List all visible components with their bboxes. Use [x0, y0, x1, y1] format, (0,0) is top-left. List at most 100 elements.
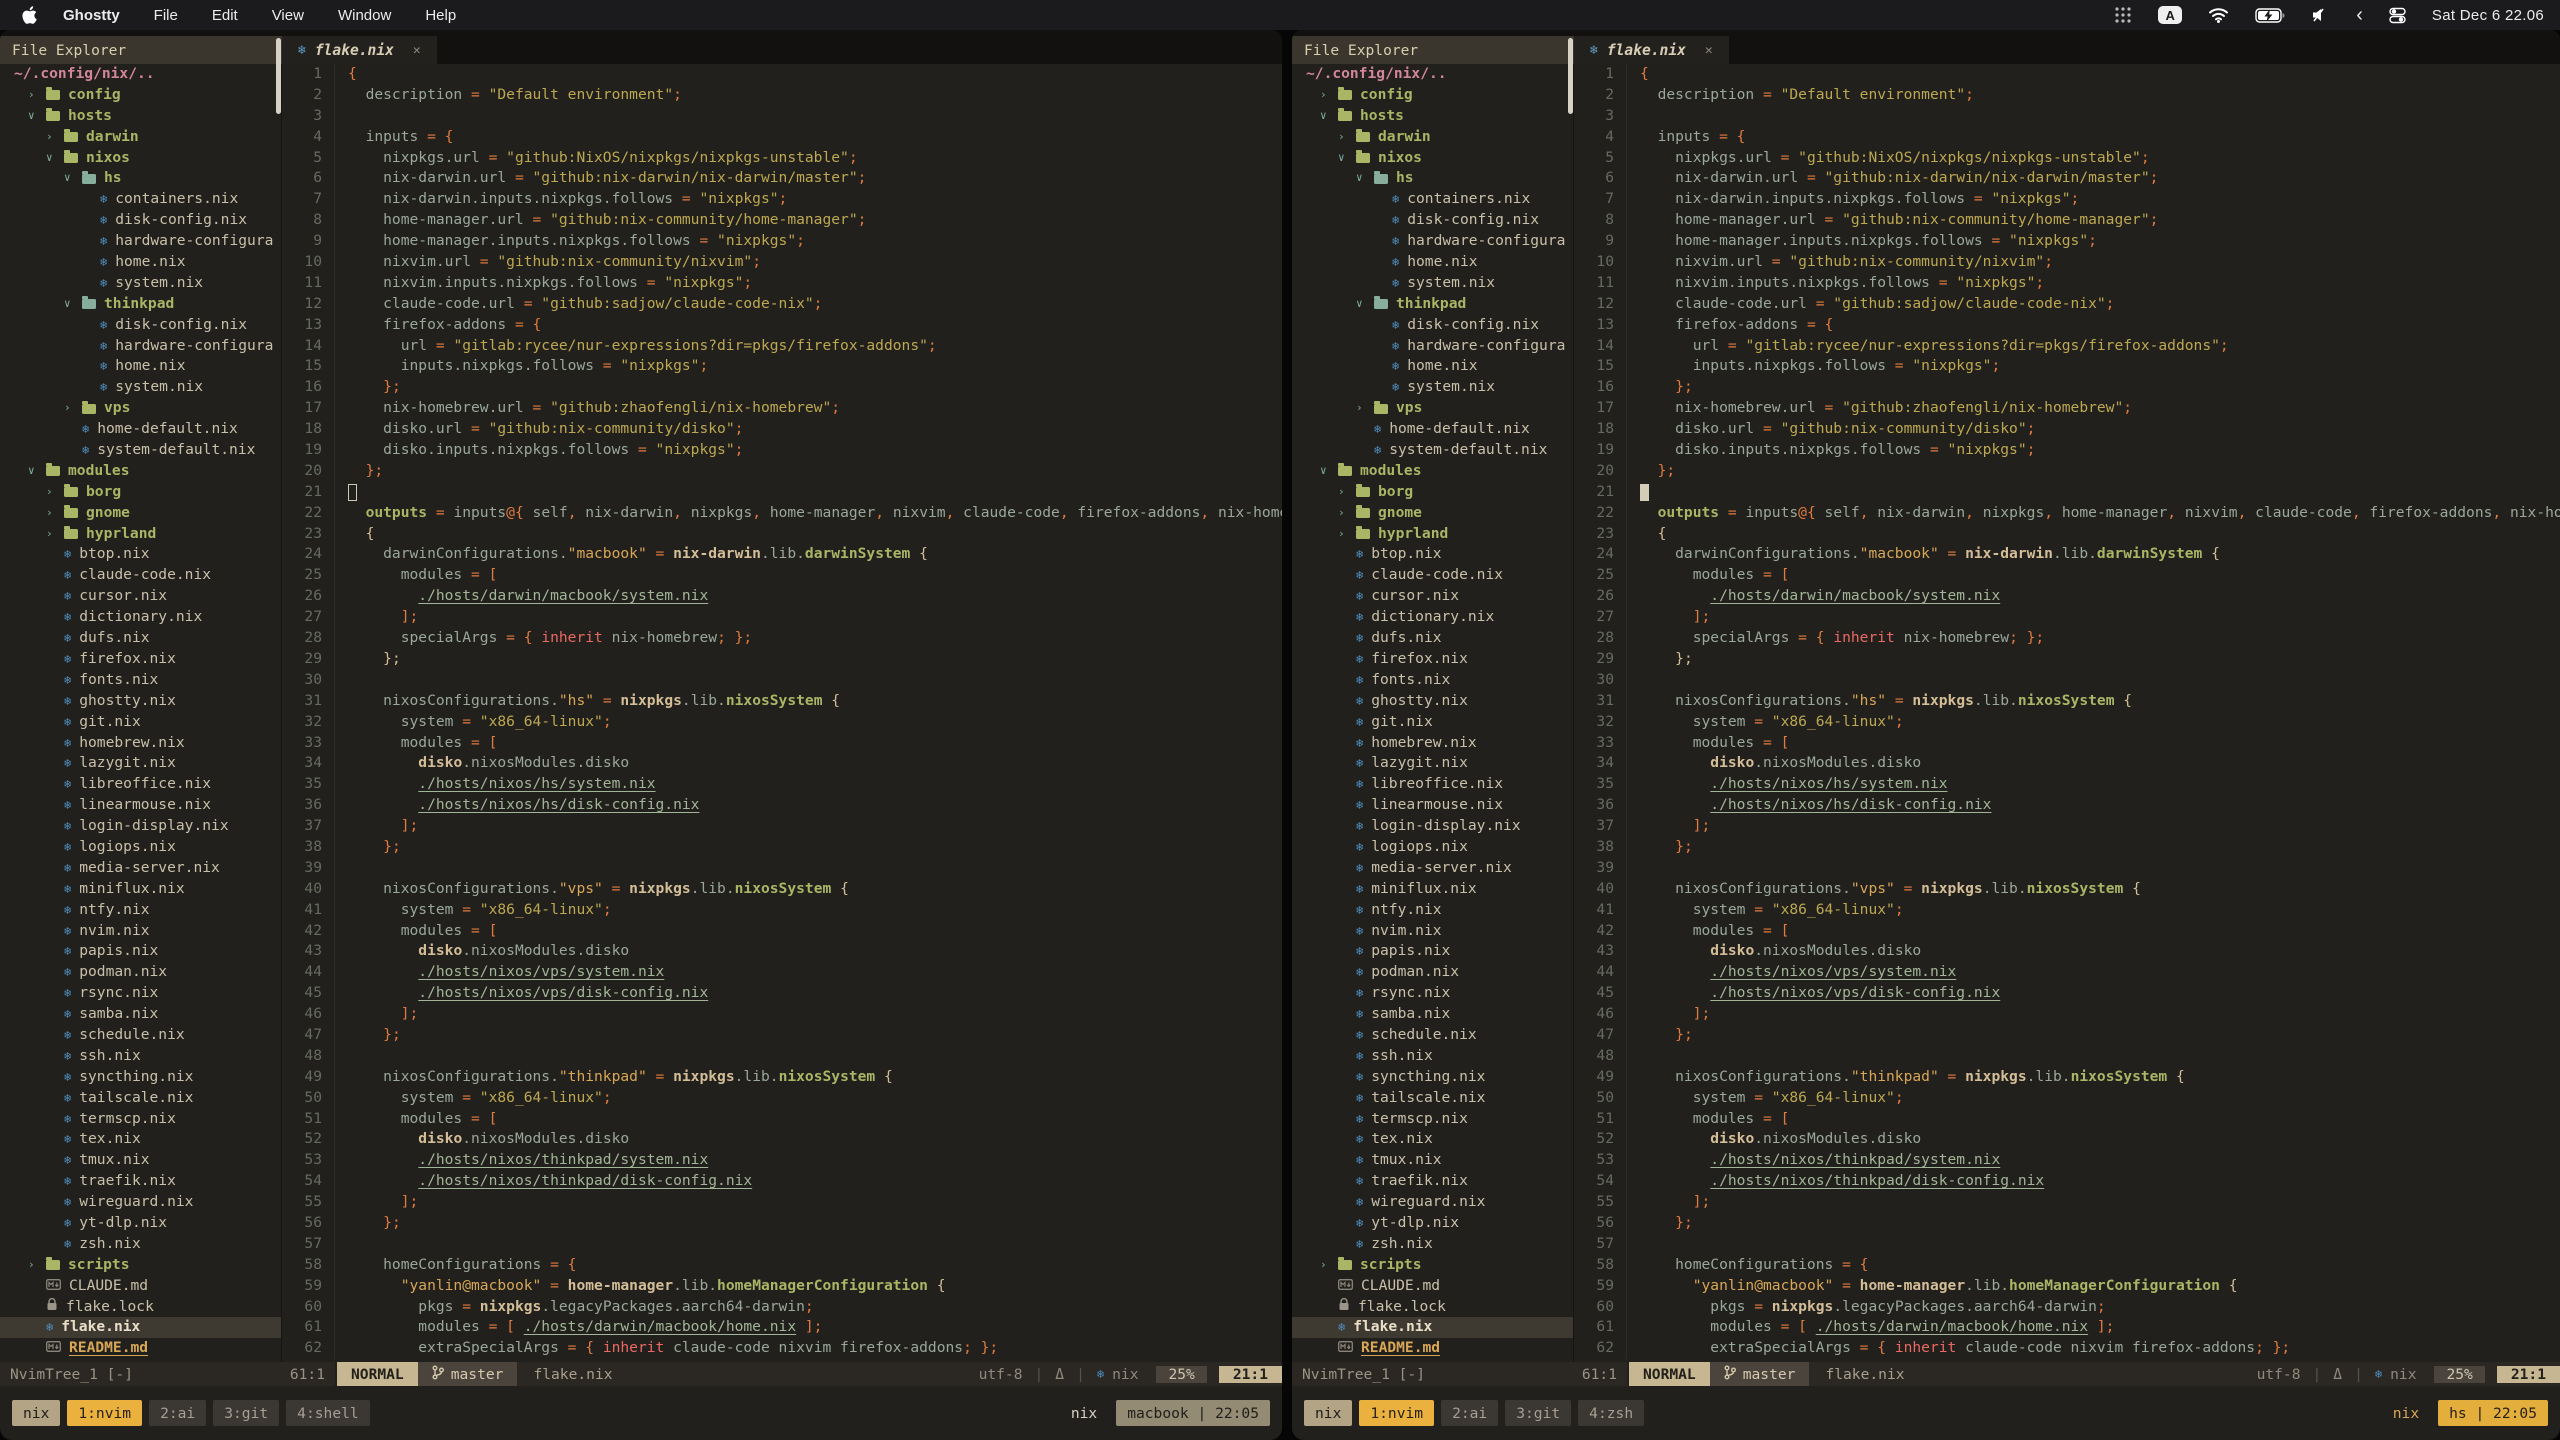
tree-item-miniflux.nix[interactable]: ❄miniflux.nix: [1292, 879, 1573, 900]
tree-item-fonts.nix[interactable]: ❄fonts.nix: [0, 670, 281, 691]
tree-expand-arrow-icon[interactable]: ∨: [1356, 168, 1374, 189]
code-line-24[interactable]: 24 darwinConfigurations."macbook" = nix-…: [1574, 544, 2560, 565]
tree-item-git.nix[interactable]: ❄git.nix: [1292, 712, 1573, 733]
tree-item-home-default.nix[interactable]: ❄home-default.nix: [0, 419, 281, 440]
code-line-13[interactable]: 13 firefox-addons = {: [1574, 315, 2560, 336]
tree-item-media-server.nix[interactable]: ❄media-server.nix: [1292, 858, 1573, 879]
code-line-3[interactable]: 3: [1574, 106, 2560, 127]
tree-collapse-arrow-icon[interactable]: ›: [46, 127, 64, 148]
code-line-5[interactable]: 5 nixpkgs.url = "github:NixOS/nixpkgs/ni…: [282, 148, 1282, 169]
tree-item-tailscale.nix[interactable]: ❄tailscale.nix: [1292, 1088, 1573, 1109]
tree-collapse-arrow-icon[interactable]: ›: [28, 85, 46, 106]
tree-item-thinkpad[interactable]: ∨thinkpad: [1292, 294, 1573, 315]
code-line-21[interactable]: 21: [282, 482, 1282, 503]
tree-collapse-arrow-icon[interactable]: ›: [46, 503, 64, 524]
tree-item-claude-code.nix[interactable]: ❄claude-code.nix: [1292, 565, 1573, 586]
code-line-17[interactable]: 17 nix-homebrew.url = "github:zhaofengli…: [282, 398, 1282, 419]
code-line-53[interactable]: 53 ./hosts/nixos/thinkpad/system.nix: [1574, 1150, 2560, 1171]
code-line-33[interactable]: 33 modules = [: [1574, 733, 2560, 754]
tmux-session-name[interactable]: nix: [12, 1400, 60, 1426]
tree-item-git.nix[interactable]: ❄git.nix: [0, 712, 281, 733]
tab-close-icon[interactable]: ✕: [413, 43, 421, 58]
control-center-icon[interactable]: [2389, 7, 2406, 24]
tree-item-disk-config.nix[interactable]: ❄disk-config.nix: [0, 210, 281, 231]
menu-item-view[interactable]: View: [272, 7, 304, 24]
tree-item-home.nix[interactable]: ❄home.nix: [1292, 356, 1573, 377]
tree-scrollbar-thumb[interactable]: [276, 38, 281, 114]
code-line-31[interactable]: 31 nixosConfigurations."hs" = nixpkgs.li…: [1574, 691, 2560, 712]
code-line-48[interactable]: 48: [282, 1046, 1282, 1067]
tree-root[interactable]: ~/.config/nix/..: [0, 64, 281, 85]
code-line-28[interactable]: 28 specialArgs = { inherit nix-homebrew;…: [1574, 628, 2560, 649]
tree-item-schedule.nix[interactable]: ❄schedule.nix: [1292, 1025, 1573, 1046]
tree-item-wireguard.nix[interactable]: ❄wireguard.nix: [1292, 1192, 1573, 1213]
code-line-51[interactable]: 51 modules = [: [1574, 1109, 2560, 1130]
code-line-30[interactable]: 30: [1574, 670, 2560, 691]
code-line-34[interactable]: 34 disko.nixosModules.disko: [282, 753, 1282, 774]
tree-item-miniflux.nix[interactable]: ❄miniflux.nix: [0, 879, 281, 900]
tree-item-tex.nix[interactable]: ❄tex.nix: [0, 1129, 281, 1150]
code-line-36[interactable]: 36 ./hosts/nixos/hs/disk-config.nix: [1574, 795, 2560, 816]
tree-item-hardware-configura[interactable]: ❄hardware-configura: [1292, 336, 1573, 357]
tree-expand-arrow-icon[interactable]: ∨: [1338, 148, 1356, 169]
code-line-11[interactable]: 11 nixvim.inputs.nixpkgs.follows = "nixp…: [1574, 273, 2560, 294]
code-line-24[interactable]: 24 darwinConfigurations."macbook" = nix-…: [282, 544, 1282, 565]
tree-collapse-arrow-icon[interactable]: ›: [46, 482, 64, 503]
tree-item-cursor.nix[interactable]: ❄cursor.nix: [0, 586, 281, 607]
tree-expand-arrow-icon[interactable]: ∨: [1356, 294, 1374, 315]
code-line-13[interactable]: 13 firefox-addons = {: [282, 315, 1282, 336]
tree-item-media-server.nix[interactable]: ❄media-server.nix: [0, 858, 281, 879]
menu-item-ghostty[interactable]: Ghostty: [63, 7, 120, 24]
code-line-19[interactable]: 19 disko.inputs.nixpkgs.follows = "nixpk…: [282, 440, 1282, 461]
code-line-56[interactable]: 56 };: [1574, 1213, 2560, 1234]
tree-item-containers.nix[interactable]: ❄containers.nix: [1292, 189, 1573, 210]
menu-item-file[interactable]: File: [154, 7, 178, 24]
code-line-61[interactable]: 61 modules = [ ./hosts/darwin/macbook/ho…: [1574, 1317, 2560, 1338]
mute-icon[interactable]: [2311, 7, 2330, 23]
tree-item-papis.nix[interactable]: ❄papis.nix: [0, 941, 281, 962]
tree-item-papis.nix[interactable]: ❄papis.nix: [1292, 941, 1573, 962]
code-line-18[interactable]: 18 disko.url = "github:nix-community/dis…: [282, 419, 1282, 440]
tree-item-login-display.nix[interactable]: ❄login-display.nix: [1292, 816, 1573, 837]
tmux-window-1:nvim[interactable]: 1:nvim: [67, 1400, 142, 1426]
tree-item-hosts[interactable]: ∨hosts: [1292, 106, 1573, 127]
tree-item-termscp.nix[interactable]: ❄termscp.nix: [0, 1109, 281, 1130]
code-line-42[interactable]: 42 modules = [: [282, 921, 1282, 942]
tree-item-samba.nix[interactable]: ❄samba.nix: [1292, 1004, 1573, 1025]
tree-collapse-arrow-icon[interactable]: ›: [1338, 503, 1356, 524]
tree-item-lazygit.nix[interactable]: ❄lazygit.nix: [0, 753, 281, 774]
apps-grid-icon[interactable]: [2114, 6, 2132, 24]
code-line-39[interactable]: 39: [1574, 858, 2560, 879]
tree-expand-arrow-icon[interactable]: ∨: [46, 148, 64, 169]
code-line-34[interactable]: 34 disko.nixosModules.disko: [1574, 753, 2560, 774]
tree-item-traefik.nix[interactable]: ❄traefik.nix: [0, 1171, 281, 1192]
code-line-1[interactable]: 1{: [1574, 64, 2560, 85]
tree-item-ssh.nix[interactable]: ❄ssh.nix: [1292, 1046, 1573, 1067]
tree-item-hosts[interactable]: ∨hosts: [0, 106, 281, 127]
code-line-28[interactable]: 28 specialArgs = { inherit nix-homebrew;…: [282, 628, 1282, 649]
tree-item-modules[interactable]: ∨modules: [0, 461, 281, 482]
tree-item-wireguard.nix[interactable]: ❄wireguard.nix: [0, 1192, 281, 1213]
tree-item-nvim.nix[interactable]: ❄nvim.nix: [0, 921, 281, 942]
code-line-60[interactable]: 60 pkgs = nixpkgs.legacyPackages.aarch64…: [282, 1297, 1282, 1318]
tree-item-libreoffice.nix[interactable]: ❄libreoffice.nix: [1292, 774, 1573, 795]
tree-item-vps[interactable]: ›vps: [1292, 398, 1573, 419]
code-line-7[interactable]: 7 nix-darwin.inputs.nixpkgs.follows = "n…: [282, 189, 1282, 210]
tree-item-ghostty.nix[interactable]: ❄ghostty.nix: [1292, 691, 1573, 712]
code-line-20[interactable]: 20 };: [282, 461, 1282, 482]
tree-collapse-arrow-icon[interactable]: ›: [28, 1255, 46, 1276]
code-line-12[interactable]: 12 claude-code.url = "github:sadjow/clau…: [282, 294, 1282, 315]
tree-item-gnome[interactable]: ›gnome: [1292, 503, 1573, 524]
tree-item-podman.nix[interactable]: ❄podman.nix: [0, 962, 281, 983]
tree-item-ntfy.nix[interactable]: ❄ntfy.nix: [0, 900, 281, 921]
editor-flake-nix[interactable]: 1{2 description = "Default environment";…: [282, 64, 1282, 1362]
code-line-53[interactable]: 53 ./hosts/nixos/thinkpad/system.nix: [282, 1150, 1282, 1171]
tree-item-dufs.nix[interactable]: ❄dufs.nix: [0, 628, 281, 649]
tree-scrollbar-thumb[interactable]: [1568, 38, 1573, 114]
code-line-26[interactable]: 26 ./hosts/darwin/macbook/system.nix: [282, 586, 1282, 607]
tree-item-darwin[interactable]: ›darwin: [1292, 127, 1573, 148]
tree-item-CLAUDE.md[interactable]: CLAUDE.md: [1292, 1276, 1573, 1297]
code-line-55[interactable]: 55 ];: [282, 1192, 1282, 1213]
code-line-47[interactable]: 47 };: [1574, 1025, 2560, 1046]
tree-item-login-display.nix[interactable]: ❄login-display.nix: [0, 816, 281, 837]
